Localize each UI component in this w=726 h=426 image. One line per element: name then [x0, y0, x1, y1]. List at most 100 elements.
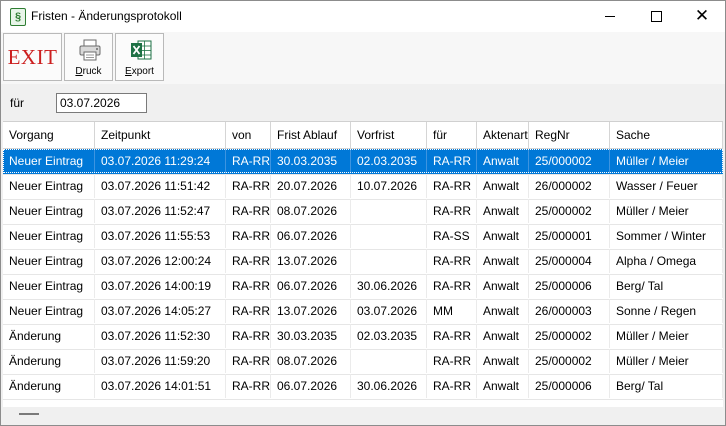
- cell-vorfrist: [351, 249, 427, 273]
- cell-frist-ablauf: 13.07.2026: [271, 299, 351, 323]
- cell-von: RA-RR: [226, 374, 271, 398]
- cell-zeitpunkt: 03.07.2026 11:59:20: [95, 349, 226, 373]
- cell-sache: Berg/ Tal: [610, 374, 723, 398]
- table-row[interactable]: Neuer Eintrag 03.07.2026 14:00:19 RA-RR …: [3, 274, 723, 300]
- cell-zeitpunkt: 03.07.2026 11:52:30: [95, 324, 226, 348]
- column-header-frist-ablauf[interactable]: Frist Ablauf: [271, 122, 351, 148]
- table-row[interactable]: Neuer Eintrag 03.07.2026 11:52:47 RA-RR …: [3, 199, 723, 225]
- cell-regnr: 26/000002: [529, 174, 610, 198]
- cell-fuer: RA-RR: [427, 174, 477, 198]
- title-bar[interactable]: § Fristen - Änderungsprotokoll ✕: [1, 1, 725, 32]
- protocol-table: Vorgang Zeitpunkt von Frist Ablauf Vorfr…: [3, 121, 723, 408]
- table-row[interactable]: Neuer Eintrag 03.07.2026 11:29:24 RA-RR …: [3, 149, 723, 175]
- date-filter-label: für: [10, 96, 25, 110]
- cell-fuer: MM: [427, 299, 477, 323]
- cell-vorfrist: 30.06.2026: [351, 274, 427, 298]
- cell-fuer: RA-RR: [427, 249, 477, 273]
- app-icon: §: [10, 8, 26, 26]
- cell-fuer: RA-RR: [427, 274, 477, 298]
- cell-aktenart: Anwalt: [477, 224, 529, 248]
- column-header-regnr[interactable]: RegNr: [529, 122, 610, 148]
- cell-vorfrist: 30.06.2026: [351, 374, 427, 398]
- table-row[interactable]: Änderung 03.07.2026 11:52:30 RA-RR 30.03…: [3, 324, 723, 350]
- cell-regnr: 25/000004: [529, 249, 610, 273]
- cell-aktenart: Anwalt: [477, 249, 529, 273]
- cell-von: RA-RR: [226, 349, 271, 373]
- cell-fuer: RA-RR: [427, 324, 477, 348]
- export-button[interactable]: Export: [115, 33, 164, 81]
- cell-frist-ablauf: 30.03.2035: [271, 149, 351, 173]
- cell-von: RA-RR: [226, 149, 271, 173]
- cell-vorgang: Neuer Eintrag: [3, 174, 95, 198]
- cell-aktenart: Anwalt: [477, 174, 529, 198]
- cell-zeitpunkt: 03.07.2026 14:01:51: [95, 374, 226, 398]
- cell-zeitpunkt: 03.07.2026 11:52:47: [95, 199, 226, 223]
- cell-sache: Berg/ Tal: [610, 274, 723, 298]
- cell-frist-ablauf: 06.07.2026: [271, 274, 351, 298]
- cell-sache: Wasser / Feuer: [610, 174, 723, 198]
- cell-fuer: RA-RR: [427, 149, 477, 173]
- column-header-von[interactable]: von: [226, 122, 271, 148]
- excel-icon: [131, 40, 152, 60]
- cell-regnr: 25/000006: [529, 274, 610, 298]
- cell-frist-ablauf: 08.07.2026: [271, 349, 351, 373]
- cell-vorfrist: 03.07.2026: [351, 299, 427, 323]
- cell-vorfrist: 02.03.2035: [351, 149, 427, 173]
- cell-regnr: 25/000006: [529, 374, 610, 398]
- column-header-vorgang[interactable]: Vorgang: [3, 122, 95, 148]
- table-row[interactable]: Änderung 03.07.2026 14:01:51 RA-RR 06.07…: [3, 374, 723, 400]
- cell-vorgang: Änderung: [3, 349, 95, 373]
- cell-regnr: 25/000002: [529, 324, 610, 348]
- cell-regnr: 26/000003: [529, 299, 610, 323]
- cell-sache: Müller / Meier: [610, 349, 723, 373]
- table-row[interactable]: Neuer Eintrag 03.07.2026 11:51:42 RA-RR …: [3, 174, 723, 200]
- cell-vorgang: Neuer Eintrag: [3, 149, 95, 173]
- minimize-button[interactable]: [587, 1, 633, 32]
- cell-von: RA-RR: [226, 174, 271, 198]
- table-row[interactable]: Neuer Eintrag 03.07.2026 11:55:53 RA-RR …: [3, 224, 723, 250]
- status-grip[interactable]: [19, 413, 39, 415]
- table-header: Vorgang Zeitpunkt von Frist Ablauf Vorfr…: [3, 122, 723, 149]
- maximize-button[interactable]: [633, 1, 679, 32]
- date-filter-input[interactable]: [56, 93, 147, 113]
- cell-frist-ablauf: 13.07.2026: [271, 249, 351, 273]
- cell-vorgang: Neuer Eintrag: [3, 299, 95, 323]
- cell-sache: Müller / Meier: [610, 324, 723, 348]
- cell-vorfrist: 10.07.2026: [351, 174, 427, 198]
- cell-aktenart: Anwalt: [477, 324, 529, 348]
- table-row[interactable]: Änderung 03.07.2026 11:59:20 RA-RR 08.07…: [3, 349, 723, 375]
- column-header-fuer[interactable]: für: [427, 122, 477, 148]
- exit-button[interactable]: EXIT: [3, 33, 62, 81]
- table-row[interactable]: Neuer Eintrag 03.07.2026 14:05:27 RA-RR …: [3, 299, 723, 325]
- cell-vorfrist: [351, 224, 427, 248]
- cell-sache: Müller / Meier: [610, 199, 723, 223]
- cell-regnr: 25/000001: [529, 224, 610, 248]
- column-header-sache[interactable]: Sache: [610, 122, 723, 148]
- protocol-window: § Fristen - Änderungsprotokoll ✕ EXIT Dr…: [0, 0, 726, 426]
- cell-frist-ablauf: 20.07.2026: [271, 174, 351, 198]
- cell-fuer: RA-RR: [427, 374, 477, 398]
- print-button[interactable]: Druck: [64, 33, 113, 81]
- cell-aktenart: Anwalt: [477, 349, 529, 373]
- toolbar: EXIT Druck Export: [1, 32, 725, 84]
- window-title: Fristen - Änderungsprotokoll: [31, 9, 182, 23]
- cell-vorgang: Neuer Eintrag: [3, 274, 95, 298]
- table-row[interactable]: Neuer Eintrag 03.07.2026 12:00:24 RA-RR …: [3, 249, 723, 275]
- cell-frist-ablauf: 06.07.2026: [271, 374, 351, 398]
- cell-vorgang: Neuer Eintrag: [3, 199, 95, 223]
- close-button[interactable]: ✕: [679, 1, 725, 32]
- cell-zeitpunkt: 03.07.2026 14:00:19: [95, 274, 226, 298]
- cell-regnr: 25/000002: [529, 149, 610, 173]
- cell-aktenart: Anwalt: [477, 299, 529, 323]
- column-header-vorfrist[interactable]: Vorfrist: [351, 122, 427, 148]
- cell-frist-ablauf: 30.03.2035: [271, 324, 351, 348]
- cell-frist-ablauf: 06.07.2026: [271, 224, 351, 248]
- column-header-aktenart[interactable]: Aktenart: [477, 122, 529, 148]
- filter-row: für: [1, 85, 725, 121]
- column-header-zeitpunkt[interactable]: Zeitpunkt: [95, 122, 226, 148]
- cell-vorgang: Änderung: [3, 374, 95, 398]
- cell-zeitpunkt: 03.07.2026 11:51:42: [95, 174, 226, 198]
- cell-vorgang: Neuer Eintrag: [3, 249, 95, 273]
- cell-aktenart: Anwalt: [477, 199, 529, 223]
- cell-aktenart: Anwalt: [477, 274, 529, 298]
